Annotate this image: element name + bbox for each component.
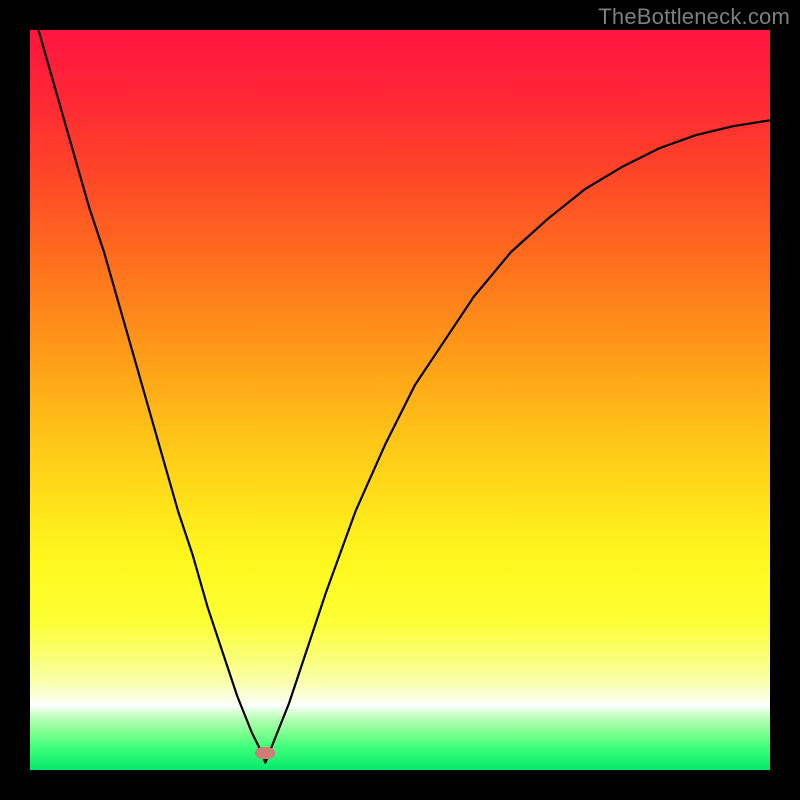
watermark-text: TheBottleneck.com [598,4,790,30]
bottleneck-curve [30,30,770,770]
min-marker [255,747,275,759]
plot-area [30,30,770,770]
chart-frame: TheBottleneck.com [0,0,800,800]
